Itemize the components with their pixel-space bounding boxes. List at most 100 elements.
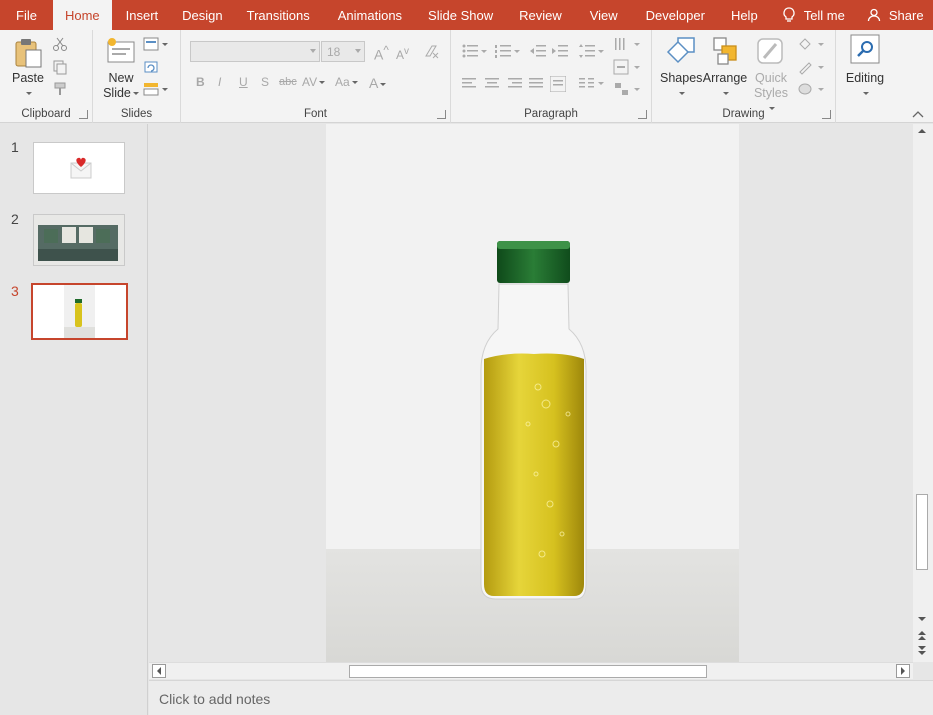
paragraph-launcher-icon[interactable] xyxy=(638,110,647,119)
shrink-font-button[interactable]: Av xyxy=(396,46,409,62)
scroll-down-icon[interactable] xyxy=(916,614,928,624)
oil-bottle-image[interactable] xyxy=(476,234,596,604)
slide-editing-canvas[interactable] xyxy=(149,124,913,662)
drawing-launcher-icon[interactable] xyxy=(822,110,831,119)
grow-font-label: A xyxy=(374,46,384,63)
change-case-label: Aa xyxy=(335,75,350,89)
copy-icon[interactable] xyxy=(52,59,68,75)
font-group-label: Font xyxy=(303,108,327,120)
align-right-icon[interactable] xyxy=(506,77,522,91)
tab-slide-show[interactable]: Slide Show xyxy=(416,0,505,30)
tab-developer[interactable]: Developer xyxy=(632,0,719,30)
columns-icon[interactable] xyxy=(579,77,605,91)
new-slide-label-1: New xyxy=(108,71,134,85)
scroll-left-button[interactable] xyxy=(152,664,166,678)
shape-outline-icon[interactable] xyxy=(797,59,825,75)
grow-font-button[interactable]: A^ xyxy=(374,44,389,63)
distributed-icon[interactable] xyxy=(550,76,566,92)
change-case-button[interactable]: Aa xyxy=(335,75,358,89)
group-paragraph: Paragraph xyxy=(451,30,652,123)
decrease-indent-icon[interactable] xyxy=(530,43,546,59)
underline-button[interactable]: U xyxy=(239,75,248,89)
shapes-icon xyxy=(666,37,695,64)
heart-envelope-image xyxy=(70,157,92,179)
tab-home[interactable]: Home xyxy=(52,0,112,30)
tab-insert[interactable]: Insert xyxy=(112,0,173,30)
scroll-up-icon[interactable] xyxy=(916,126,928,136)
tab-help[interactable]: Help xyxy=(719,0,770,30)
notes-pane[interactable]: Click to add notes xyxy=(149,680,933,715)
horizontal-scrollbar[interactable] xyxy=(149,662,913,679)
slide-thumbnail-3[interactable] xyxy=(31,283,128,340)
bullets-icon[interactable] xyxy=(462,43,488,59)
new-slide-dropdown-icon[interactable] xyxy=(132,92,139,96)
numbering-icon[interactable] xyxy=(495,43,521,59)
tab-file[interactable]: File xyxy=(0,0,53,30)
horizontal-scroll-thumb[interactable] xyxy=(349,665,707,678)
character-spacing-label: AV xyxy=(302,75,318,89)
quick-styles-button[interactable]: Quick Styles xyxy=(750,34,792,116)
font-size-dropdown-icon[interactable] xyxy=(355,49,361,53)
shrink-font-label: A xyxy=(396,48,405,62)
font-name-dropdown-icon[interactable] xyxy=(310,49,316,53)
bold-button[interactable]: B xyxy=(196,75,205,89)
tab-animations[interactable]: Animations xyxy=(324,0,416,30)
justify-icon[interactable] xyxy=(528,77,544,91)
share-label: Share xyxy=(888,7,924,23)
previous-slide-icon[interactable] xyxy=(916,629,928,641)
paragraph-group-label: Paragraph xyxy=(524,108,578,120)
font-color-dropdown-icon xyxy=(380,82,387,86)
reset-slide-icon[interactable] xyxy=(143,59,159,75)
tab-review[interactable]: Review xyxy=(505,0,576,30)
paste-label: Paste xyxy=(12,71,44,85)
slide-thumbnail-2[interactable] xyxy=(33,214,125,266)
vertical-scrollbar[interactable] xyxy=(913,124,933,662)
line-spacing-icon[interactable] xyxy=(579,43,605,59)
character-spacing-button[interactable]: AV xyxy=(302,75,326,89)
scroll-right-button[interactable] xyxy=(896,664,910,678)
clipboard-launcher-icon[interactable] xyxy=(79,110,88,119)
editing-button[interactable]: Editing xyxy=(842,34,888,100)
text-direction-icon[interactable] xyxy=(613,36,641,52)
italic-button[interactable]: I xyxy=(218,75,221,89)
align-text-icon[interactable] xyxy=(613,59,641,75)
group-drawing: Shapes Arrange Quick Styles Drawing xyxy=(652,30,836,123)
tab-view[interactable]: View xyxy=(576,0,632,30)
next-slide-icon[interactable] xyxy=(916,645,928,657)
slide-thumbnail-1[interactable] xyxy=(33,142,125,194)
new-slide-button[interactable]: New Slide xyxy=(101,36,141,101)
align-left-icon[interactable] xyxy=(462,77,478,91)
shapes-button[interactable]: Shapes xyxy=(660,34,702,100)
notes-placeholder[interactable]: Click to add notes xyxy=(159,691,270,707)
tab-design[interactable]: Design xyxy=(172,0,232,30)
clear-formatting-icon[interactable] xyxy=(423,43,439,59)
font-launcher-icon[interactable] xyxy=(437,110,446,119)
shape-fill-icon[interactable] xyxy=(797,36,825,52)
paste-dropdown-icon[interactable] xyxy=(26,92,32,96)
vertical-scroll-thumb[interactable] xyxy=(916,494,928,570)
strikethrough-button[interactable]: abc xyxy=(279,76,297,88)
group-editing: Editing xyxy=(836,30,893,123)
align-center-icon[interactable] xyxy=(484,77,500,91)
arrange-button[interactable]: Arrange xyxy=(702,34,748,100)
shadow-button[interactable]: S xyxy=(261,75,269,89)
font-name-combo[interactable] xyxy=(190,41,320,62)
current-slide[interactable] xyxy=(326,124,739,662)
increase-indent-icon[interactable] xyxy=(552,43,568,59)
format-painter-icon[interactable] xyxy=(52,81,68,97)
font-color-button[interactable]: A xyxy=(369,75,387,91)
tell-me-search[interactable]: Tell me xyxy=(770,0,857,30)
collapse-ribbon-icon[interactable] xyxy=(912,109,924,119)
font-size-combo[interactable]: 18 xyxy=(321,41,365,62)
shape-effects-icon[interactable] xyxy=(797,81,825,97)
cut-icon[interactable] xyxy=(52,36,68,52)
group-slides: New Slide Slides xyxy=(93,30,181,123)
smartart-icon[interactable] xyxy=(613,81,641,97)
quick-styles-label-1: Quick xyxy=(755,71,787,85)
tab-transitions[interactable]: Transitions xyxy=(233,0,324,30)
layout-icon[interactable] xyxy=(143,36,169,52)
share-button[interactable]: Share xyxy=(857,0,933,30)
ribbon-home: Paste Clipboard New Slide Slides 18 A^ A… xyxy=(0,30,933,123)
section-icon[interactable] xyxy=(143,81,169,97)
paste-button[interactable]: Paste xyxy=(8,36,48,100)
